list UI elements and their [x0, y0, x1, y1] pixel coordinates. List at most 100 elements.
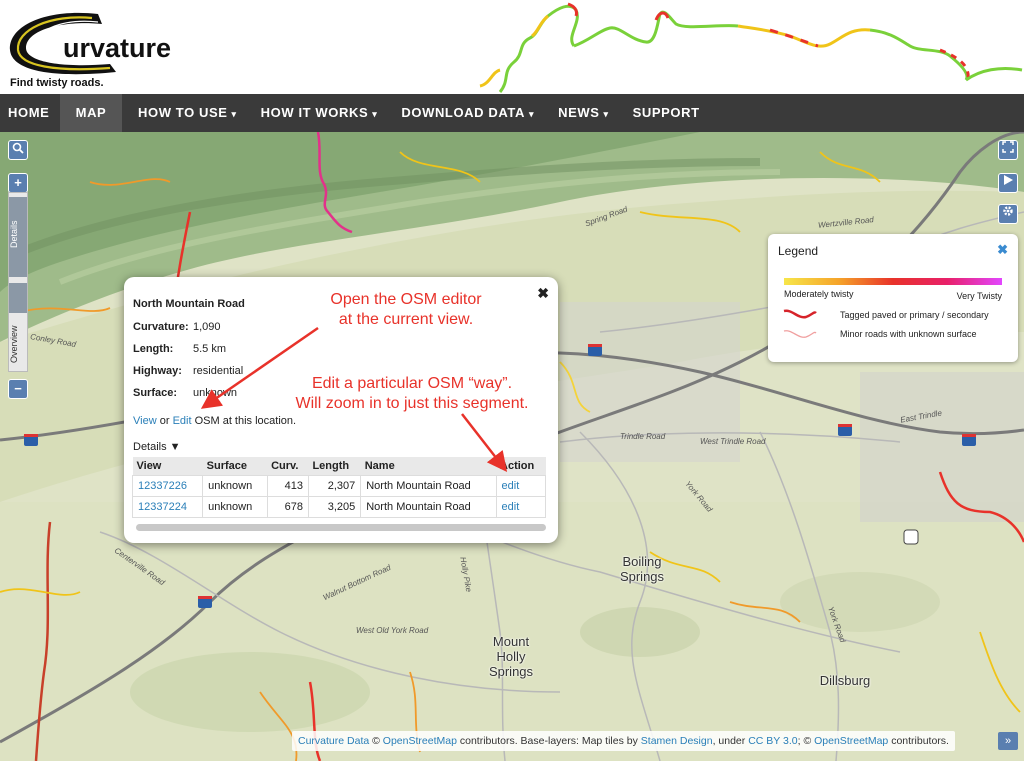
way-length: 3,205 — [307, 496, 362, 518]
tab-overview[interactable]: Overview — [9, 319, 27, 369]
town-mount-holly-springs: Mount Holly Springs — [488, 634, 534, 679]
map-canvas[interactable]: Wertzville Road Spring Road East Trindle… — [0, 132, 1024, 761]
us15-shield — [903, 529, 919, 545]
annotation-osm-way: Edit a particular OSM “way”. Will zoom i… — [295, 375, 529, 412]
col-curv: Curv. — [267, 457, 309, 476]
nav-how-it-works-label: HOW IT WORKS — [260, 105, 369, 120]
i81-shield — [198, 596, 212, 608]
field-value: 5.5 km — [193, 343, 227, 355]
fullscreen-icon — [1002, 141, 1014, 153]
annotation-osm-editor: Open the OSM editor at the current view. — [330, 291, 482, 328]
town-dillsburg: Dillsburg — [819, 673, 871, 688]
nav-home[interactable]: HOME — [0, 94, 60, 132]
osm-link[interactable]: OpenStreetMap — [814, 735, 888, 747]
legend-gradient — [784, 278, 1002, 285]
ways-table: View Surface Curv. Length Name Action 12… — [131, 457, 547, 518]
way-id-link[interactable]: 12337226 — [131, 475, 204, 497]
search-button[interactable] — [8, 140, 28, 160]
way-curvature: 678 — [266, 496, 309, 518]
site-header: urvature Find twisty roads. — [0, 0, 1024, 94]
attribution-text: contributors. — [891, 735, 949, 747]
stamen-link[interactable]: Stamen Design — [641, 735, 713, 747]
play-icon — [1004, 175, 1013, 185]
table-row: 12337224 unknown 678 3,205 North Mountai… — [131, 496, 547, 518]
way-surface: unknown — [202, 496, 268, 518]
way-name: North Mountain Road — [360, 496, 497, 518]
edit-osm-link[interactable]: Edit — [173, 415, 192, 427]
legend-title: Legend — [778, 244, 819, 258]
field-value: unknown — [193, 387, 238, 399]
curvature-data-link[interactable]: Curvature Data — [298, 735, 369, 747]
osm-link[interactable]: OpenStreetMap — [383, 735, 457, 747]
or-text: or — [159, 415, 170, 427]
popup-title: North Mountain Road — [133, 298, 245, 310]
col-name: Name — [360, 457, 497, 476]
details-toggle[interactable]: Details ▼ — [133, 441, 181, 453]
road-label: West Trindle Road — [700, 437, 766, 446]
search-icon — [12, 142, 24, 154]
way-edit-link[interactable]: edit — [495, 496, 547, 518]
unknown-road-swatch — [783, 330, 817, 338]
attribution-text: © — [372, 735, 380, 747]
i76-shield — [962, 434, 976, 446]
chevron-down-icon: ▾ — [372, 109, 378, 119]
col-action: Action — [496, 457, 546, 476]
field-value: residential — [193, 365, 244, 377]
nav-how-it-works[interactable]: HOW IT WORKS ▾ — [253, 94, 386, 132]
map-attribution: Curvature Data © OpenStreetMap contribut… — [292, 731, 955, 751]
nav-news[interactable]: NEWS ▾ — [550, 94, 617, 132]
way-length: 2,307 — [307, 475, 362, 497]
field-length: Length: 5.5 km — [133, 343, 226, 355]
zoom-in-button[interactable]: + — [8, 173, 28, 193]
i76-shield — [588, 344, 602, 356]
main-nav: HOME MAP HOW TO USE ▾ HOW IT WORKS ▾ DOWNL… — [0, 94, 1024, 132]
nav-how-to-use-label: HOW TO USE — [138, 105, 228, 120]
logo-wordmark: urvature — [63, 33, 171, 63]
way-id-link[interactable]: 12337224 — [131, 496, 204, 518]
osm-links: View or Edit OSM at this location. — [133, 415, 296, 427]
header-road-decoration — [479, 2, 1023, 93]
field-highway: Highway: residential — [133, 365, 243, 377]
attribution-text: ; © — [797, 735, 812, 747]
attribution-text: , under — [712, 735, 746, 747]
town-boiling-springs: Boiling Springs — [619, 554, 665, 584]
cc-by-link[interactable]: CC BY 3.0 — [748, 735, 797, 747]
zoom-out-button[interactable]: − — [8, 379, 28, 399]
legend-high-label: Very Twisty — [956, 291, 1002, 301]
nav-how-to-use[interactable]: HOW TO USE ▾ — [130, 94, 245, 132]
col-surface: Surface — [202, 457, 268, 476]
zoom-slider-handle[interactable] — [9, 283, 27, 313]
play-button[interactable] — [998, 173, 1018, 193]
table-scrollbar[interactable] — [136, 524, 546, 531]
attribution-text: contributors. Base-layers: Map tiles by — [459, 735, 638, 747]
legend-paved-label: Tagged paved or primary / secondary — [840, 310, 989, 320]
tab-details[interactable]: Details — [9, 197, 27, 277]
attribution-expand-button[interactable]: » — [998, 732, 1018, 750]
table-row: 12337226 unknown 413 2,307 North Mountai… — [131, 475, 547, 497]
table-header-row: View Surface Curv. Length Name Action — [132, 457, 546, 476]
nav-map[interactable]: MAP — [60, 94, 122, 132]
way-name: North Mountain Road — [360, 475, 497, 497]
fullscreen-button[interactable] — [998, 140, 1018, 160]
chevron-down-icon: ▾ — [528, 109, 535, 119]
nav-support-label: SUPPORT — [632, 105, 700, 120]
field-key: Highway: — [133, 365, 182, 377]
view-osm-link[interactable]: View — [133, 415, 157, 427]
col-view: View — [132, 457, 203, 476]
settings-button[interactable] — [998, 204, 1018, 224]
sidebar-tabs: Details Overview — [8, 192, 28, 372]
nav-download-data-label: DOWNLOAD DATA — [401, 105, 525, 120]
way-curvature: 413 — [266, 475, 309, 497]
field-key: Curvature: — [133, 321, 189, 333]
legend-close-button[interactable]: ✖ — [997, 242, 1008, 258]
legend-panel: Legend ✖ Moderately twisty Very Twisty T… — [768, 234, 1018, 362]
way-edit-link[interactable]: edit — [495, 475, 547, 497]
nav-download-data[interactable]: DOWNLOAD DATA ▾ — [393, 94, 542, 132]
chevron-down-icon: ▾ — [231, 109, 237, 119]
nav-news-label: NEWS — [558, 105, 600, 120]
field-surface: Surface: unknown — [133, 387, 237, 399]
road-label: West Old York Road — [356, 626, 429, 635]
nav-support[interactable]: SUPPORT — [625, 94, 708, 132]
paved-road-swatch — [783, 309, 817, 319]
popup-close-button[interactable]: ✖ — [537, 285, 549, 302]
